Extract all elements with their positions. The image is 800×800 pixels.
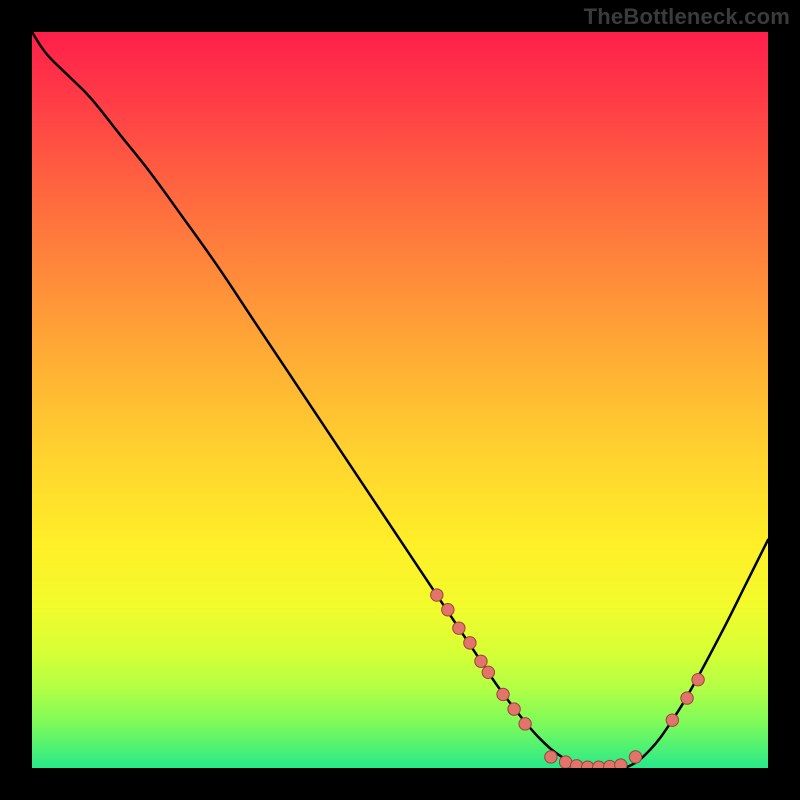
page-root: TheBottleneck.com [0, 0, 800, 800]
plot-heatmap-background [32, 32, 768, 768]
watermark-label: TheBottleneck.com [584, 4, 790, 30]
